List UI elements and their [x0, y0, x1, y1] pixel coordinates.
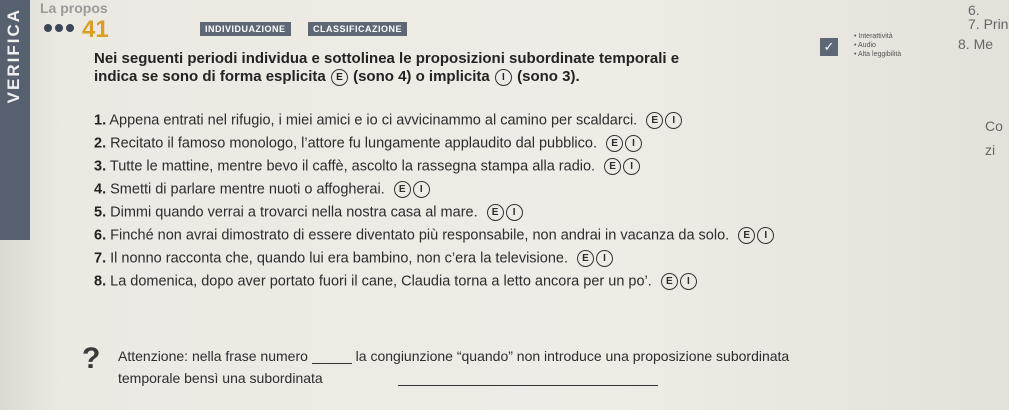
- list-item: 1. Appena entrati nel rifugio, i miei am…: [94, 112, 683, 129]
- instruction-line-2: indica se sono di forma esplicita E (son…: [94, 68, 580, 86]
- corner-text-zi: zi: [985, 142, 996, 158]
- dots-decoration: [44, 24, 74, 32]
- blank-subordinate-input[interactable]: [398, 385, 658, 386]
- corner-text-co: Co: [985, 118, 1003, 134]
- list-item: 6. Finché non avrai dimostrato di essere…: [94, 227, 775, 244]
- instruction-text-b: (sono 4) o implicita: [353, 68, 490, 85]
- list-item: 7. Il nonno racconta che, quando lui era…: [94, 250, 614, 267]
- corner-text-8: 8. Me: [958, 36, 994, 52]
- option-i-button[interactable]: I: [596, 250, 614, 267]
- option-e-button[interactable]: E: [393, 181, 411, 198]
- note-line-1: Attenzione: nella frase numero la congiu…: [118, 348, 790, 364]
- option-i-button[interactable]: I: [679, 273, 697, 290]
- option-e-legend: E: [330, 68, 348, 86]
- option-i-button[interactable]: I: [625, 135, 643, 152]
- option-i-button[interactable]: I: [505, 204, 523, 221]
- blank-number-input[interactable]: [311, 362, 352, 364]
- list-item: 3. Tutte le mattine, mentre bevo il caff…: [94, 158, 641, 175]
- option-e-button[interactable]: E: [604, 158, 622, 175]
- option-i-legend: I: [494, 68, 512, 86]
- instruction-text-a: indica se sono di forma esplicita: [94, 68, 326, 85]
- instruction-text-c: (sono 3).: [517, 68, 580, 85]
- option-i-button[interactable]: I: [757, 227, 775, 244]
- side-note-leggibilita: • Alta leggibilità: [854, 51, 902, 58]
- list-item: 2. Recitato il famoso monologo, l’attore…: [94, 135, 643, 152]
- list-item: 4. Smetti di parlare mentre nuoti o affo…: [94, 181, 431, 198]
- option-e-button[interactable]: E: [660, 273, 678, 290]
- side-note-audio: • Audio: [854, 42, 876, 49]
- top-cut-text: La propos: [40, 0, 108, 16]
- option-e-button[interactable]: E: [738, 227, 756, 244]
- side-notes: • Interattività • Audio • Alta leggibili…: [854, 32, 901, 59]
- option-i-button[interactable]: I: [623, 158, 641, 175]
- note-line-2: temporale bensì una subordinata: [118, 370, 323, 386]
- instruction-line-1: Nei seguenti periodi individua e sottoli…: [94, 50, 680, 67]
- side-tab: VERIFICA: [0, 0, 30, 240]
- option-e-button[interactable]: E: [606, 135, 624, 152]
- checkmark-icon: ✓: [820, 38, 838, 56]
- exercise-number: 41: [82, 16, 109, 43]
- option-e-button[interactable]: E: [577, 250, 595, 267]
- tag-classificazione: CLASSIFICAZIONE: [308, 22, 408, 36]
- question-mark-icon: ?: [82, 342, 101, 375]
- option-e-button[interactable]: E: [486, 204, 504, 221]
- corner-text-7: 7. Prin: [968, 16, 1009, 32]
- side-note-interattivita: • Interattività: [854, 33, 893, 40]
- list-item: 8. La domenica, dopo aver portato fuori …: [94, 273, 698, 290]
- tag-individuazione: INDIVIDUAZIONE: [200, 22, 291, 36]
- side-tab-label: VERIFICA: [4, 8, 23, 104]
- option-e-button[interactable]: E: [646, 112, 664, 129]
- option-i-button[interactable]: I: [412, 181, 430, 198]
- list-item: 5. Dimmi quando verrai a trovarci nella …: [94, 204, 524, 221]
- option-i-button[interactable]: I: [665, 112, 683, 129]
